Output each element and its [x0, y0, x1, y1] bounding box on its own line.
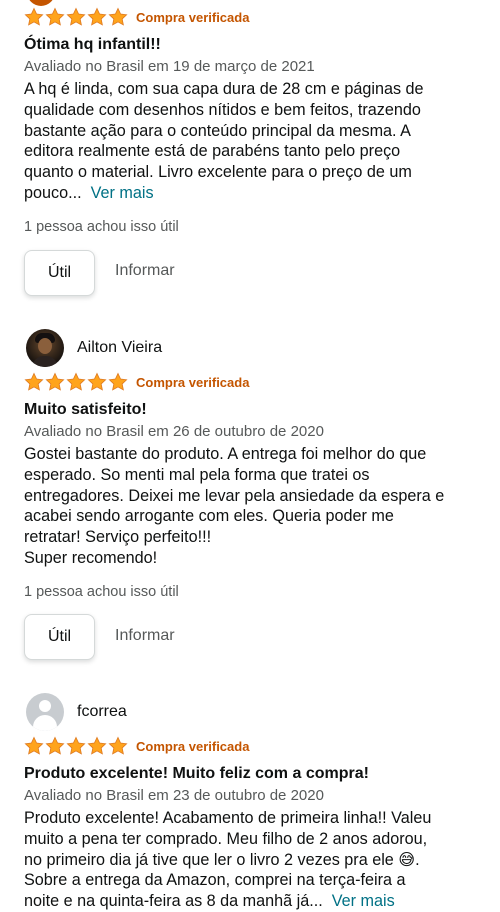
star-icon [87, 372, 107, 392]
report-link[interactable]: Informar [115, 627, 175, 645]
review-body: Gostei bastante do produto. A entrega fo… [24, 444, 484, 569]
review-body-line: muito a pena ter comprado. Meu filho de … [24, 829, 428, 848]
helpful-count: 1 pessoa achou isso útil [24, 584, 179, 600]
star-icon [66, 372, 86, 392]
review-body: Produto excelente! Acabamento de primeir… [24, 808, 484, 912]
star-icon [66, 7, 86, 27]
reviewer-name[interactable]: fcorrea [77, 703, 127, 721]
verified-purchase-badge: Compra verificada [136, 374, 250, 390]
reviewer-name[interactable]: Ailton Vieira [77, 339, 162, 357]
helpful-button[interactable]: Útil [24, 250, 95, 296]
review-body-line: quanto o material. Livro excelente para … [24, 163, 412, 182]
review-body-line: bastante ação para o conteúdo principal … [24, 121, 411, 140]
review-body-line: Produto excelente! Acabamento de primeir… [24, 809, 432, 827]
avatar[interactable] [27, 0, 55, 6]
star-rating: Compra verificada [24, 7, 249, 27]
star-icon [24, 7, 44, 27]
review-body-line: Gostei bastante do produto. A entrega fo… [24, 445, 427, 463]
star-icon [87, 7, 107, 27]
verified-purchase-badge: Compra verificada [136, 738, 250, 754]
helpful-count: 1 pessoa achou isso útil [24, 219, 179, 235]
review-body-line: no primeiro dia já tive que ler o livro … [24, 850, 420, 869]
review-title[interactable]: Ótima hq infantil!! [24, 36, 161, 54]
star-icon [108, 7, 128, 27]
review-body-line: A hq é linda, com sua capa dura de 28 cm… [24, 80, 424, 98]
star-icon [108, 372, 128, 392]
avatar[interactable] [26, 329, 64, 367]
review-body-line: pouco... [24, 183, 82, 202]
star-icon [45, 372, 65, 392]
verified-purchase-badge: Compra verificada [136, 9, 250, 25]
star-icon [45, 736, 65, 756]
star-icon [24, 736, 44, 756]
reviewer-profile[interactable]: Ailton Vieira [26, 329, 162, 367]
review-date: Avaliado no Brasil em 23 de outubro de 2… [24, 787, 324, 804]
star-rating: Compra verificada [24, 736, 249, 756]
review-date: Avaliado no Brasil em 26 de outubro de 2… [24, 423, 324, 440]
review-body-line: qualidade com desenhos nítidos e bem fei… [24, 100, 421, 119]
helpful-button[interactable]: Útil [24, 614, 95, 660]
see-more-link[interactable]: Ver mais [332, 892, 395, 910]
star-icon [108, 736, 128, 756]
reviewer-profile[interactable]: fcorrea [26, 693, 127, 731]
review-body-line: noite e na quinta-feira as 8 da manhã já… [24, 892, 323, 911]
star-icon [87, 736, 107, 756]
review-body-line: Sobre a entrega da Amazon, comprei na te… [24, 871, 406, 890]
review-title[interactable]: Produto excelente! Muito feliz com a com… [24, 765, 369, 783]
star-icon [24, 372, 44, 392]
see-more-link[interactable]: Ver mais [91, 184, 154, 202]
review-body-line: editora realmente está de parabéns tanto… [24, 142, 401, 161]
review-body-line: Super recomendo! [24, 548, 158, 567]
star-icon [66, 736, 86, 756]
report-link[interactable]: Informar [115, 262, 175, 280]
avatar[interactable] [26, 693, 64, 731]
review-body-line: entregadores. Deixei me levar pela ansie… [24, 486, 445, 505]
review-body-line: acabei sendo arrogante com eles. Queria … [24, 507, 394, 526]
review-body-line: esperado. So menti mal pela forma que tr… [24, 465, 370, 484]
review-body-line: retratar! Serviço perfeito!!! [24, 528, 212, 547]
review-title[interactable]: Muito satisfeito! [24, 401, 147, 419]
review-date: Avaliado no Brasil em 19 de março de 202… [24, 58, 315, 75]
star-rating: Compra verificada [24, 372, 249, 392]
review-body: A hq é linda, com sua capa dura de 28 cm… [24, 79, 484, 204]
star-icon [45, 7, 65, 27]
